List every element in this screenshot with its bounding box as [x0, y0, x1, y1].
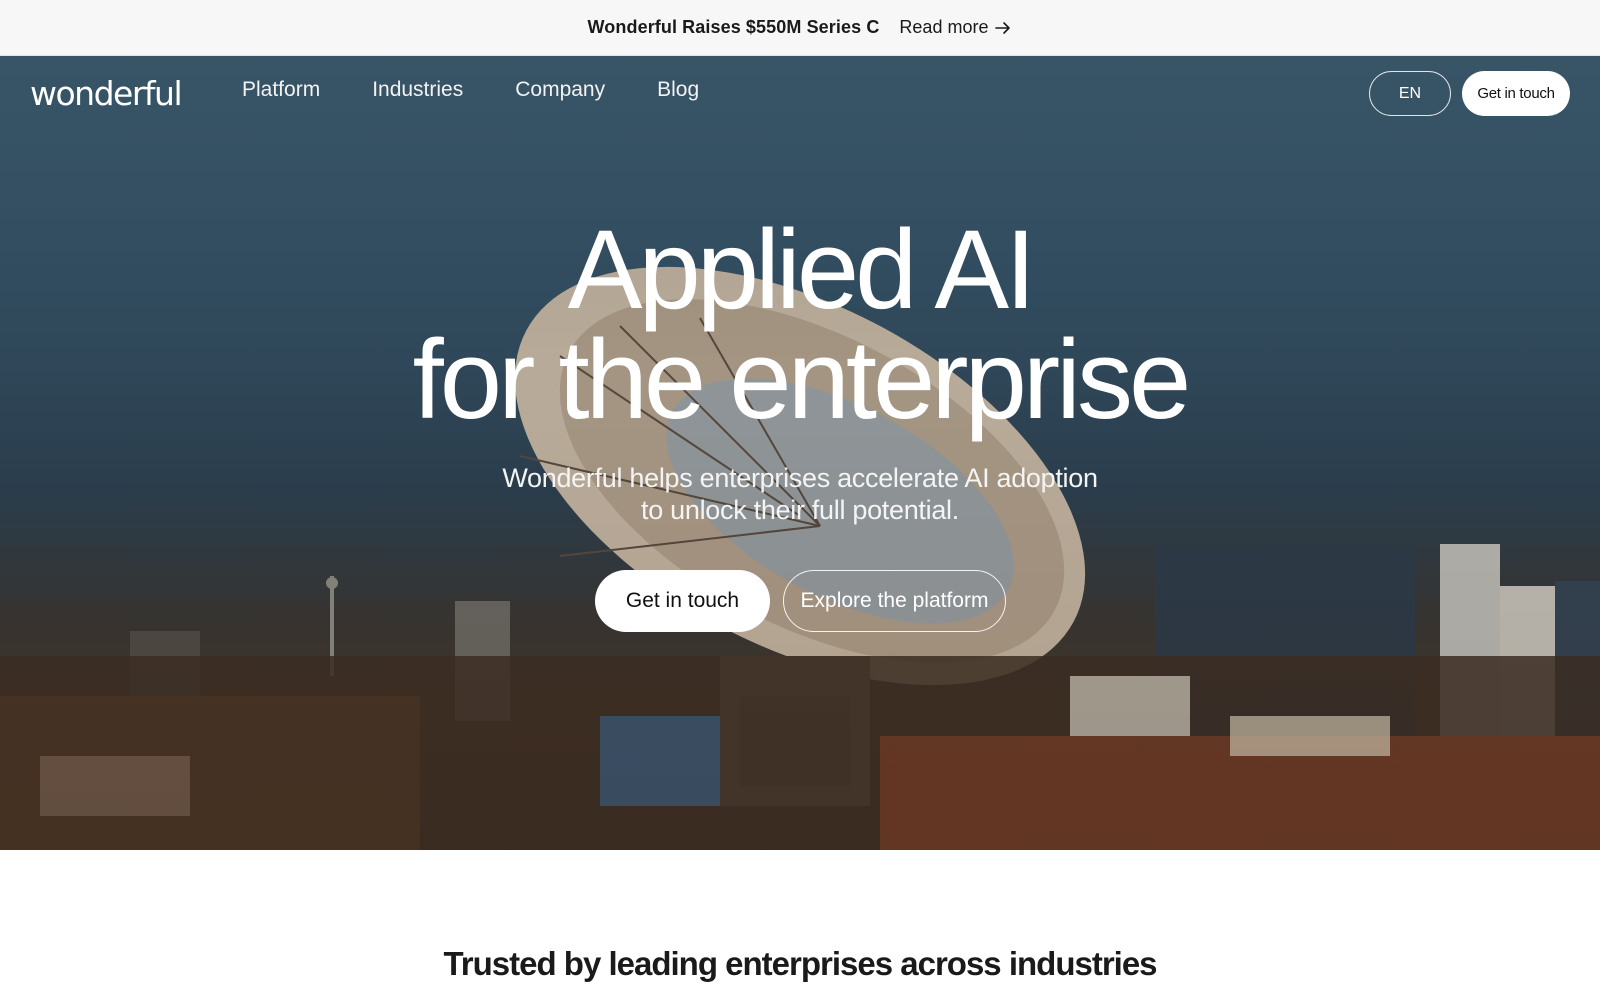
- top-navigation: wonderful Platform Industries Company Bl…: [0, 56, 1600, 130]
- read-more-label: Read more: [899, 17, 989, 37]
- explore-platform-button[interactable]: Explore the platform: [783, 570, 1006, 632]
- trusted-by-heading: Trusted by leading enterprises across in…: [443, 945, 1157, 982]
- read-more-link[interactable]: Read more: [899, 17, 1012, 38]
- nav-link-platform[interactable]: Platform: [242, 78, 320, 102]
- nav-links: Platform Industries Company Blog: [242, 78, 699, 102]
- hero-overlay: [0, 56, 1600, 850]
- hero-get-in-touch-button[interactable]: Get in touch: [595, 570, 770, 632]
- wonderful-logo[interactable]: wonderful: [30, 74, 183, 113]
- nav-get-in-touch-button[interactable]: Get in touch: [1462, 71, 1570, 116]
- language-selector-button[interactable]: EN: [1369, 71, 1451, 116]
- hero-section: [0, 56, 1600, 850]
- hero-title-line-1: Applied AI: [567, 207, 1036, 332]
- nav-link-industries[interactable]: Industries: [372, 78, 463, 102]
- hero-title-line-2: for the enterprise: [412, 317, 1192, 442]
- arrow-right-icon: [995, 21, 1011, 34]
- nav-link-company[interactable]: Company: [515, 78, 605, 102]
- announcement-headline[interactable]: Wonderful Raises $550M Series C: [588, 17, 880, 38]
- nav-link-blog[interactable]: Blog: [657, 78, 699, 102]
- hero-subtitle: Wonderful helps enterprises accelerate A…: [502, 463, 1098, 525]
- announcement-bar: Wonderful Raises $550M Series C Read mor…: [0, 0, 1600, 56]
